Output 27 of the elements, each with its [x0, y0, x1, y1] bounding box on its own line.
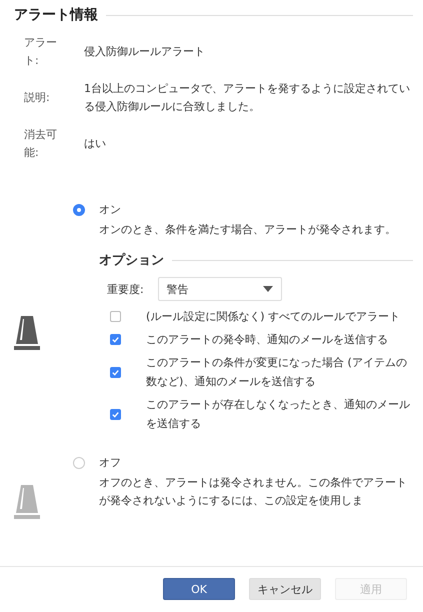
field-label: 消去可能:: [24, 127, 58, 161]
checkbox[interactable]: [110, 334, 121, 345]
checkbox-label[interactable]: このアラートが存在しなくなったとき、通知のメールを送信する: [146, 395, 413, 433]
field-label: 説明:: [24, 90, 51, 106]
severity-label: 重要度:: [107, 282, 144, 296]
radio-label[interactable]: オフ: [99, 455, 121, 470]
checkbox-label[interactable]: このアラートの条件が変更になった場合 (アイテムの数など)、通知のメールを送信する: [146, 353, 413, 391]
severity-dropdown[interactable]: 警告: [158, 277, 282, 301]
dialog-button[interactable]: キャンセル: [249, 578, 321, 600]
caret-icon: [262, 286, 273, 292]
section-title: アラート情報: [14, 6, 98, 24]
field-value: はい: [84, 136, 107, 152]
checkbox-label[interactable]: このアラートの発令時、通知のメールを送信する: [146, 330, 413, 349]
dialog-button[interactable]: OK: [163, 578, 235, 600]
options-title: オプション: [99, 252, 164, 269]
mode-description: オフのとき、アラートは発令されません。この条件でアラートが発令されないようにするには、この設定を使用しま: [99, 475, 408, 509]
checkbox[interactable]: [110, 408, 121, 420]
mode-description: オンのとき、条件を満たす場合、アラートが発令されます。: [99, 222, 397, 238]
checkbox[interactable]: [110, 366, 121, 378]
radio-button[interactable]: [73, 456, 85, 468]
field-value: 侵入防御ルールアラート: [84, 44, 206, 60]
checkbox-label[interactable]: (ルール設定に関係なく) すべてのルールでアラート: [146, 307, 413, 326]
checkbox[interactable]: [110, 311, 121, 322]
radio-label[interactable]: オン: [99, 202, 121, 217]
field-label: アラート:: [24, 35, 58, 69]
field-value: 1台以上のコンピュータで、アラートを発するように設定されている侵入防御ルールに合致しました。: [84, 81, 411, 115]
radio-button[interactable]: [73, 204, 85, 216]
